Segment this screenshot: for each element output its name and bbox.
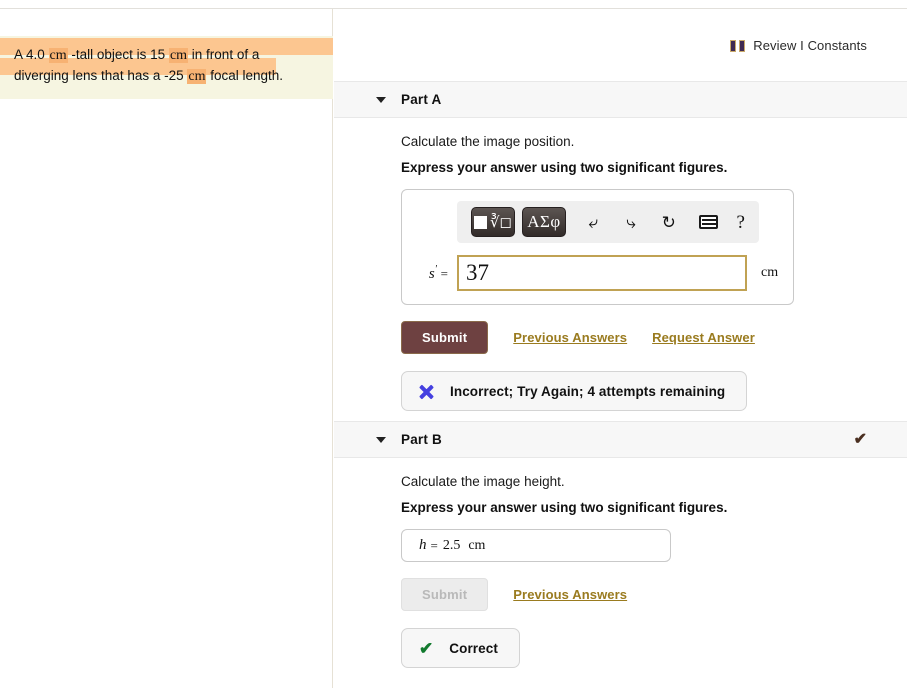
part-b-body: Calculate the image height. Express your…: [334, 458, 907, 668]
part-a-body: Calculate the image position. Express yo…: [334, 118, 907, 411]
part-a-submit-row: Submit Previous Answers Request Answer: [401, 321, 907, 354]
part-a-instruction: Express your answer using two significan…: [401, 160, 728, 175]
problem-unit-1: cm: [48, 48, 68, 63]
x-mark-icon: [419, 384, 434, 399]
problem-text-e: focal length.: [206, 68, 284, 83]
problem-text-a: A 4.0: [14, 47, 49, 62]
part-b-instruction: Express your answer using two significan…: [401, 500, 728, 515]
part-b-feedback-text: Correct: [449, 640, 498, 656]
part-b-feedback: ✔ Correct: [401, 628, 520, 668]
submit-button[interactable]: Submit: [401, 321, 489, 354]
problem-line-2: diverging lens that has a -25 cm focal l…: [14, 66, 323, 87]
answer-entry-widget: ∛◻ ΑΣφ ⤶ ⤷ ↻ ? s′ = 37 cm: [401, 189, 794, 305]
part-b-complete-check-icon: ✔: [853, 430, 867, 448]
part-a-section: Part A Calculate the image position. Exp…: [334, 81, 907, 411]
previous-answers-link[interactable]: Previous Answers: [513, 330, 627, 345]
answer-unit-label: cm: [761, 265, 779, 280]
template-button[interactable]: ∛◻: [471, 207, 515, 237]
submit-button-disabled: Submit: [401, 578, 489, 611]
book-icon: [730, 39, 746, 52]
math-toolbar: ∛◻ ΑΣφ ⤶ ⤷ ↻ ?: [457, 201, 759, 243]
part-b-section: Part B ✔ Calculate the image height. Exp…: [334, 421, 907, 668]
problem-line-1: A 4.0 cm -tall object is 15 cm in front …: [14, 45, 323, 66]
greek-symbols-button[interactable]: ΑΣφ: [522, 207, 566, 237]
part-b-question: Calculate the image height.: [401, 474, 565, 489]
keyboard-icon[interactable]: [698, 215, 718, 229]
part-a-question: Calculate the image position.: [401, 134, 575, 149]
problem-text-d: diverging lens that has a -25: [14, 68, 188, 83]
caret-down-icon[interactable]: [376, 96, 386, 103]
assignment-pane: Review I Constants Part A Calculate the …: [334, 9, 907, 688]
part-b-answer-unit: cm: [468, 537, 486, 553]
part-b-equals: =: [430, 537, 438, 553]
check-mark-icon: ✔: [419, 638, 434, 658]
caret-down-icon[interactable]: [376, 436, 386, 443]
part-b-variable-label: h: [419, 537, 427, 553]
problem-text-b: -tall object is 15: [67, 47, 169, 62]
greek-button-label: ΑΣφ: [527, 212, 561, 231]
answer-input[interactable]: [457, 255, 747, 291]
problem-statement: A 4.0 cm -tall object is 15 cm in front …: [0, 36, 333, 99]
problem-unit-2: cm: [168, 48, 189, 63]
reset-circle-icon[interactable]: ↻: [655, 214, 683, 231]
answer-input-row: s′ = cm: [414, 255, 781, 291]
review-constants-link[interactable]: Review I Constants: [730, 38, 867, 53]
undo-arrow-icon[interactable]: ⤶: [579, 214, 607, 231]
part-b-answer-box[interactable]: h = 2.5 cm: [401, 529, 671, 562]
part-a-title: Part A: [401, 92, 442, 107]
part-a-feedback: Incorrect; Try Again; 4 attempts remaini…: [401, 371, 748, 411]
help-question-icon[interactable]: ?: [737, 213, 745, 232]
problem-text-c: in front of a: [188, 47, 260, 62]
previous-answers-link[interactable]: Previous Answers: [513, 587, 627, 602]
part-a-header[interactable]: Part A: [334, 81, 907, 118]
redo-arrow-icon[interactable]: ⤷: [617, 214, 645, 231]
part-b-answer-value: 2.5: [442, 537, 461, 553]
review-constants-label: Review I Constants: [753, 38, 867, 53]
template-icon: [473, 215, 487, 229]
part-a-feedback-text: Incorrect; Try Again; 4 attempts remaini…: [450, 383, 726, 399]
answer-variable-label: s′ =: [428, 263, 448, 282]
part-b-submit-row: Submit Previous Answers: [401, 578, 907, 611]
part-b-title: Part B: [401, 432, 442, 447]
problem-unit-3: cm: [187, 69, 207, 84]
request-answer-link[interactable]: Request Answer: [652, 330, 755, 345]
problem-pane: A 4.0 cm -tall object is 15 cm in front …: [0, 9, 333, 688]
part-b-header[interactable]: Part B ✔: [334, 421, 907, 458]
